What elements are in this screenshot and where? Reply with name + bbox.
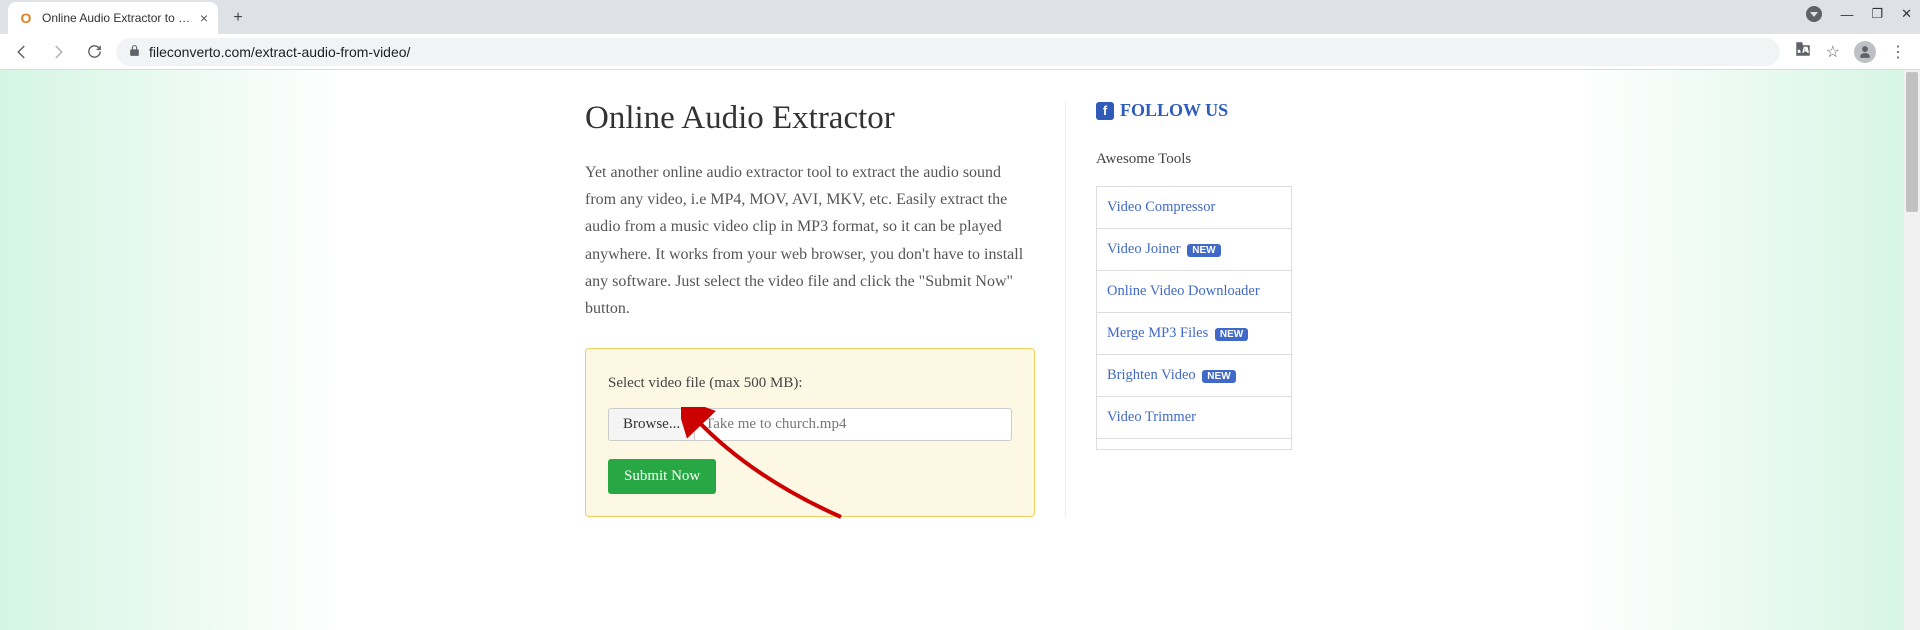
tool-link[interactable]: Merge MP3 Files (1107, 325, 1208, 341)
tool-item[interactable]: Merge MP3 Files NEW (1097, 313, 1291, 355)
main-column: Online Audio Extractor Yet another onlin… (555, 100, 1065, 517)
maximize-icon[interactable]: ❐ (1871, 6, 1883, 22)
close-window-icon[interactable]: ✕ (1901, 6, 1912, 22)
profile-avatar[interactable] (1854, 41, 1876, 63)
tool-item[interactable]: Online Video Downloader (1097, 271, 1291, 313)
page-title: Online Audio Extractor (585, 100, 1035, 137)
tool-item[interactable]: Video Compressor (1097, 187, 1291, 229)
tool-item[interactable]: Video Joiner NEW (1097, 229, 1291, 271)
file-name-display[interactable]: Take me to church.mp4 (694, 408, 1012, 441)
browser-tab[interactable]: O Online Audio Extractor to Extr × (8, 2, 218, 34)
upload-label: Select video file (max 500 MB): (608, 375, 1012, 392)
menu-icon[interactable]: ⋮ (1890, 42, 1906, 62)
new-badge: NEW (1202, 370, 1235, 383)
tools-heading: Awesome Tools (1096, 151, 1365, 168)
new-badge: NEW (1187, 244, 1220, 257)
tool-link[interactable]: Video Joiner (1107, 241, 1181, 257)
bookmark-icon[interactable]: ☆ (1826, 42, 1840, 62)
window-controls: — ❐ ✕ (1806, 6, 1912, 22)
account-icon[interactable] (1806, 6, 1822, 22)
favicon-icon: O (18, 10, 34, 26)
address-bar: fileconverto.com/extract-audio-from-vide… (0, 34, 1920, 70)
tool-link[interactable]: Video Trimmer (1107, 409, 1196, 425)
new-badge: NEW (1215, 328, 1248, 341)
tab-bar: O Online Audio Extractor to Extr × + — ❐… (0, 0, 1920, 34)
scrollbar-thumb[interactable] (1906, 72, 1918, 212)
tool-link[interactable]: Online Video Downloader (1107, 283, 1260, 299)
url-text: fileconverto.com/extract-audio-from-vide… (149, 44, 410, 60)
toolbar-right: ☆ ⋮ (1788, 40, 1912, 63)
new-tab-button[interactable]: + (224, 4, 252, 32)
sidebar-column: f FOLLOW US Awesome Tools Video Compress… (1065, 100, 1365, 517)
content-container: Online Audio Extractor Yet another onlin… (555, 70, 1365, 557)
minimize-icon[interactable]: — (1840, 7, 1853, 22)
tool-item[interactable]: Brighten Video NEW (1097, 355, 1291, 397)
lock-icon (128, 44, 141, 60)
submit-button[interactable]: Submit Now (608, 459, 716, 494)
tools-list[interactable]: Video Compressor Video Joiner NEW Online V… (1096, 186, 1292, 450)
browser-chrome: O Online Audio Extractor to Extr × + — ❐… (0, 0, 1920, 70)
forward-button[interactable] (44, 38, 72, 66)
close-tab-icon[interactable]: × (200, 10, 208, 26)
page-description: Yet another online audio extractor tool … (585, 159, 1035, 322)
url-input[interactable]: fileconverto.com/extract-audio-from-vide… (116, 38, 1780, 66)
tab-title: Online Audio Extractor to Extr (42, 11, 192, 25)
upload-panel: Select video file (max 500 MB): Browse..… (585, 348, 1035, 517)
reload-button[interactable] (80, 38, 108, 66)
tool-link[interactable]: Video Compressor (1107, 199, 1215, 215)
page: Online Audio Extractor Yet another onlin… (0, 70, 1920, 630)
browse-button[interactable]: Browse... (608, 408, 694, 441)
back-button[interactable] (8, 38, 36, 66)
tool-link[interactable]: Brighten Video (1107, 367, 1196, 383)
tool-item[interactable]: Video Trimmer (1097, 397, 1291, 439)
facebook-icon: f (1096, 102, 1114, 120)
page-scrollbar[interactable] (1904, 70, 1920, 630)
follow-us-label: FOLLOW US (1120, 100, 1228, 121)
file-input-row: Browse... Take me to church.mp4 (608, 408, 1012, 441)
translate-icon[interactable] (1794, 40, 1812, 63)
follow-us-link[interactable]: f FOLLOW US (1096, 100, 1365, 121)
